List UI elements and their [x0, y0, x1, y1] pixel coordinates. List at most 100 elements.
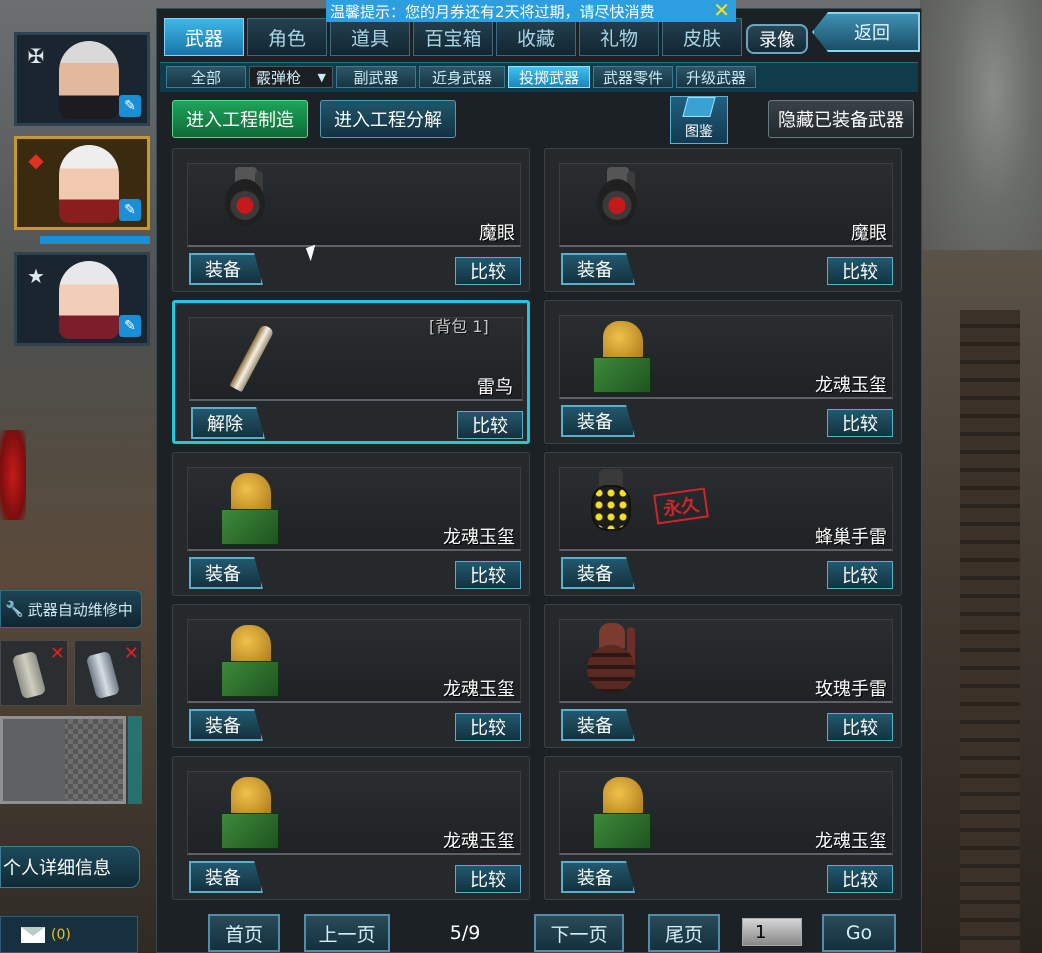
item-card[interactable]: [背包 1] 雷鸟 解除 比较	[172, 300, 530, 444]
item-card[interactable]: 魔眼 装备 比较	[172, 148, 530, 292]
profile-details-button[interactable]: 个人详细信息	[0, 846, 140, 888]
equip-button[interactable]: 装备	[561, 557, 635, 589]
subtab-secondary[interactable]: 副武器	[336, 66, 416, 88]
equip-button[interactable]: 装备	[189, 253, 263, 285]
hive-grenade-icon	[589, 469, 635, 535]
empty-slot-shade	[3, 719, 65, 801]
item-icon	[213, 773, 293, 853]
compare-button[interactable]: 比较	[827, 713, 893, 741]
main-tabs: 武器 角色 道具 百宝箱 收藏 礼物 皮肤	[164, 18, 742, 56]
weapon-type-select[interactable]: 霰弹枪 ▼	[249, 66, 333, 88]
atlas-label: 图鉴	[685, 124, 713, 140]
item-icon	[215, 319, 295, 399]
quick-slot-2[interactable]: ✕	[74, 640, 142, 706]
notice-banner: 温馨提示：您的月券还有2天将过期，请尽快消费 ✕	[326, 0, 736, 22]
compare-button[interactable]: 比较	[827, 409, 893, 437]
equip-button[interactable]: 装备	[561, 253, 635, 285]
dragon-seal-icon	[219, 473, 281, 545]
equip-button[interactable]: 装备	[189, 861, 263, 893]
tab-treasure-box[interactable]: 百宝箱	[413, 18, 493, 56]
rose-grenade-icon	[587, 623, 643, 695]
tab-skins[interactable]: 皮肤	[662, 18, 742, 56]
compare-button[interactable]: 比较	[455, 561, 521, 589]
tab-items[interactable]: 道具	[330, 18, 410, 56]
next-page-button[interactable]: 下一页	[534, 914, 624, 952]
item-card[interactable]: 玫瑰手雷装备 比较	[544, 604, 902, 748]
quick-slot-1[interactable]: ✕	[0, 640, 68, 706]
item-icon	[585, 621, 665, 701]
remove-icon[interactable]: ✕	[124, 643, 139, 664]
equip-button[interactable]: 装备	[189, 709, 263, 741]
wrench-icon[interactable]: ✎	[119, 95, 141, 117]
item-card[interactable]: 龙魂玉玺装备 比较	[172, 756, 530, 900]
subtab-melee[interactable]: 近身武器	[419, 66, 505, 88]
item-card[interactable]: 龙魂玉玺 装备 比较	[544, 756, 902, 900]
dragon-seal-icon	[591, 777, 653, 849]
character-slot-3[interactable]: ★ ✎	[14, 252, 150, 346]
remove-icon[interactable]: ✕	[50, 643, 65, 664]
item-icon	[585, 165, 665, 245]
equip-button[interactable]: 装备	[561, 709, 635, 741]
equip-button[interactable]: 解除	[191, 407, 265, 439]
compare-button[interactable]: 比较	[455, 257, 521, 285]
equip-button[interactable]: 装备	[189, 557, 263, 589]
empty-slot[interactable]	[0, 716, 126, 804]
item-card[interactable]: 永久 蜂巢手雷 装备 比较	[544, 452, 902, 596]
back-button[interactable]: 返回	[812, 12, 920, 52]
character-avatar	[59, 261, 119, 339]
record-button[interactable]: 录像	[746, 24, 808, 54]
subtab-all[interactable]: 全部	[166, 66, 246, 88]
dropdown-arrow-icon: ▼	[317, 70, 326, 84]
compare-button[interactable]: 比较	[455, 713, 521, 741]
background-decoration	[0, 430, 26, 520]
item-card[interactable]: 魔眼装备 比较	[544, 148, 902, 292]
compare-button[interactable]: 比较	[827, 561, 893, 589]
item-card[interactable]: 龙魂玉玺 装备 比较	[172, 604, 530, 748]
subtab-upgrade[interactable]: 升级武器	[676, 66, 756, 88]
subtab-parts[interactable]: 武器零件	[593, 66, 673, 88]
item-name: 龙魂玉玺	[443, 831, 515, 852]
dragon-seal-icon	[219, 777, 281, 849]
auto-repair-status[interactable]: 🔧 武器自动维修中	[0, 590, 142, 628]
tab-weapons[interactable]: 武器	[164, 18, 244, 56]
item-icon	[213, 621, 293, 701]
item-name: 魔眼	[851, 223, 887, 244]
character-slot-1[interactable]: ✠ ✎	[14, 32, 150, 126]
prev-page-button[interactable]: 上一页	[304, 914, 390, 952]
compare-button[interactable]: 比较	[457, 411, 523, 439]
atlas-button[interactable]: 图鉴	[670, 96, 728, 144]
item-card[interactable]: 龙魂玉玺 装备 比较	[544, 300, 902, 444]
tab-characters[interactable]: 角色	[247, 18, 327, 56]
item-name: 玫瑰手雷	[815, 679, 887, 700]
close-icon[interactable]: ✕	[713, 0, 730, 22]
hide-equipped-button[interactable]: 隐藏已装备武器	[768, 100, 914, 138]
equip-button[interactable]: 装备	[561, 861, 635, 893]
mail-count: (0)	[51, 926, 71, 943]
go-button[interactable]: Go	[822, 914, 896, 952]
character-slot-2[interactable]: ◆ ✎	[14, 136, 150, 230]
subtab-throwing[interactable]: 投掷武器	[508, 66, 590, 88]
decompose-button[interactable]: 进入工程分解	[320, 100, 456, 138]
item-name: 龙魂玉玺	[443, 527, 515, 548]
tab-collection[interactable]: 收藏	[496, 18, 576, 56]
last-page-button[interactable]: 尾页	[648, 914, 720, 952]
wrench-icon: 🔧	[5, 600, 24, 618]
compare-button[interactable]: 比较	[827, 865, 893, 893]
page-number-input[interactable]	[742, 918, 802, 946]
wrench-icon[interactable]: ✎	[119, 315, 141, 337]
tab-gifts[interactable]: 礼物	[579, 18, 659, 56]
item-card[interactable]: 龙魂玉玺装备 比较	[172, 452, 530, 596]
item-icon	[585, 773, 665, 853]
compare-button[interactable]: 比较	[827, 257, 893, 285]
craft-button[interactable]: 进入工程制造	[172, 100, 308, 138]
book-icon	[682, 97, 716, 117]
page-indicator: 5/9	[449, 922, 481, 944]
notice-text: 温馨提示：您的月券还有2天将过期，请尽快消费	[330, 2, 655, 21]
equip-button[interactable]: 装备	[561, 405, 635, 437]
compare-button[interactable]: 比较	[455, 865, 521, 893]
selection-strip	[40, 236, 150, 244]
mail-button[interactable]: (0)	[0, 916, 138, 953]
first-page-button[interactable]: 首页	[208, 914, 280, 952]
weapon-subtabs: 全部 霰弹枪 ▼ 副武器 近身武器 投掷武器 武器零件 升级武器	[166, 66, 756, 88]
wrench-icon[interactable]: ✎	[119, 199, 141, 221]
